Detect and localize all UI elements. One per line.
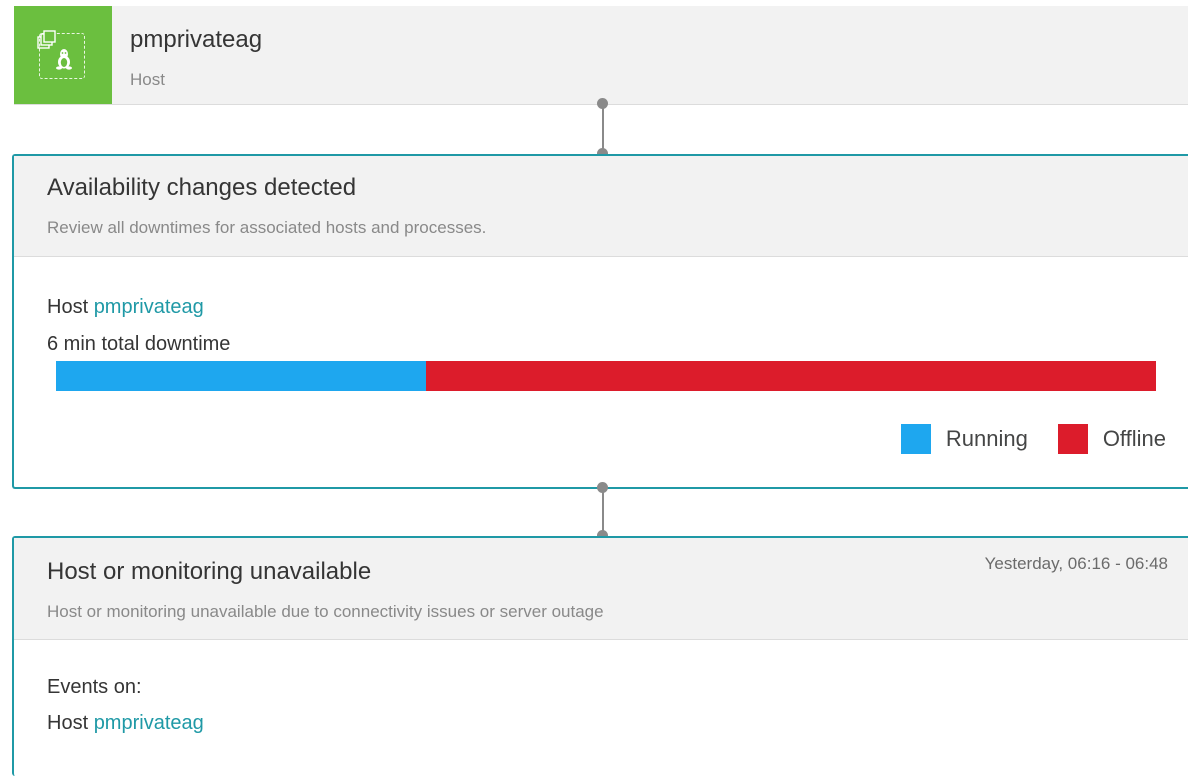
legend: Running Offline — [900, 424, 1166, 454]
host-name[interactable]: pmprivateag — [130, 26, 262, 54]
events-label: Events on: — [47, 676, 142, 698]
stack-icon — [37, 30, 56, 49]
card-subtitle: Host or monitoring unavailable due to co… — [47, 602, 604, 621]
host-prefix: Host — [47, 712, 89, 734]
card-header: Host or monitoring unavailable Yesterday… — [14, 538, 1188, 640]
connector-dot — [597, 482, 608, 493]
host-line: Host pmprivateag — [47, 712, 204, 735]
availability-card[interactable]: Availability changes detected Review all… — [12, 154, 1188, 489]
timeline-offline-segment[interactable] — [425, 361, 1156, 391]
unavailable-card[interactable]: Host or monitoring unavailable Yesterday… — [12, 536, 1188, 776]
card-subtitle: Review all downtimes for associated host… — [47, 218, 487, 237]
host-link[interactable]: pmprivateag — [94, 712, 204, 734]
host-header-card[interactable]: pmprivateag Host — [14, 6, 1188, 105]
card-title: Availability changes detected — [47, 174, 357, 201]
host-prefix: Host — [47, 296, 89, 318]
card-header: Availability changes detected Review all… — [14, 156, 1188, 257]
host-tile — [14, 6, 112, 104]
event-time: Yesterday, 06:16 - 06:48 — [984, 554, 1168, 573]
legend-running-label: Running — [945, 426, 1028, 451]
linux-host-icon — [56, 49, 72, 70]
downtime-text: 6 min total downtime — [47, 333, 231, 355]
connector-line — [602, 104, 604, 154]
connector-dot — [597, 98, 608, 109]
host-link[interactable]: pmprivateag — [94, 296, 204, 318]
timeline-running-segment[interactable] — [56, 361, 426, 391]
offline-swatch — [1057, 424, 1088, 454]
host-type: Host — [130, 70, 165, 89]
connector-line — [602, 488, 604, 536]
card-title: Host or monitoring unavailable — [47, 558, 372, 585]
availability-timeline — [56, 361, 1156, 391]
host-line: Host pmprivateag — [47, 296, 204, 319]
host-frame-icon — [37, 30, 85, 79]
legend-offline-label: Offline — [1102, 426, 1166, 451]
running-swatch — [900, 424, 931, 454]
